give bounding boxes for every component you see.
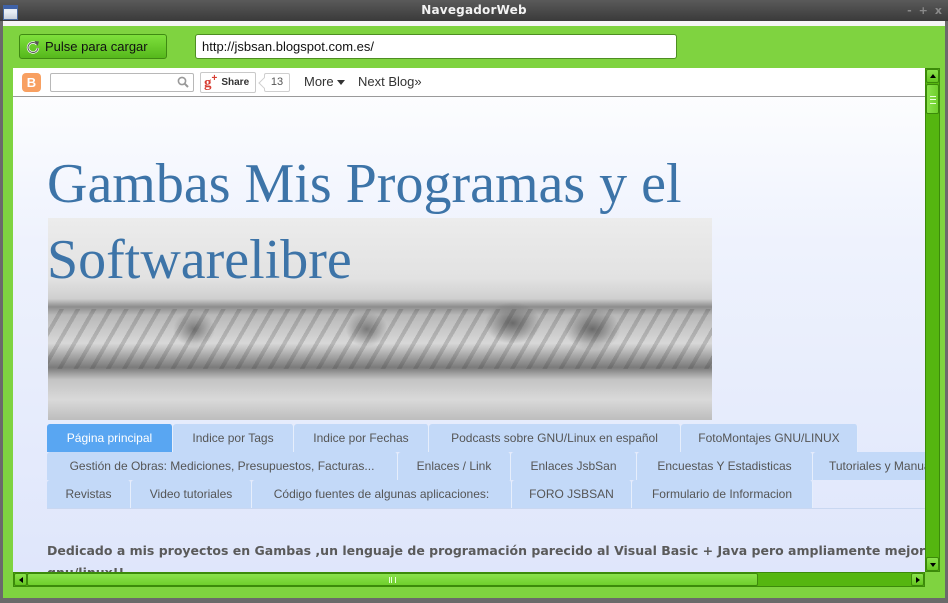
tab-podcasts[interactable]: Podcasts sobre GNU/Linux en español [429, 424, 681, 452]
tab-encuestas[interactable]: Encuestas Y Estadisticas [637, 452, 813, 480]
vertical-scrollbar[interactable] [925, 68, 940, 572]
tab-enlaces-jsbsan[interactable]: Enlaces JsbSan [511, 452, 637, 480]
tab-codigo-fuentes[interactable]: Código fuentes de algunas aplicaciones: [252, 480, 512, 508]
google-plus-icon: g+ [204, 73, 218, 91]
blogger-navbar: B g+ Share 13 More Next Blog» [13, 68, 925, 97]
gplus-share-button[interactable]: g+ Share [200, 72, 256, 93]
blog-description: Dedicado a mis proyectos en Gambas ,un l… [47, 543, 925, 572]
more-label: More [304, 74, 334, 89]
url-input[interactable] [195, 34, 677, 59]
tab-enlaces-link[interactable]: Enlaces / Link [398, 452, 511, 480]
share-count: 13 [264, 73, 290, 92]
load-button[interactable]: Pulse para cargar [19, 34, 167, 59]
scroll-left-button[interactable] [14, 573, 27, 586]
tab-formulario[interactable]: Formulario de Informacion [632, 480, 813, 508]
blog-search-input[interactable] [51, 76, 171, 93]
tab-fotomontajes[interactable]: FotoMontajes GNU/LINUX [681, 424, 858, 452]
tab-foro[interactable]: FORO JSBSAN [512, 480, 632, 508]
tab-gestion-obras[interactable]: Gestión de Obras: Mediciones, Presupuest… [47, 452, 398, 480]
browser-window: NavegadorWeb - + x Pulse para cargar B [0, 0, 948, 603]
arrow-right-icon [916, 577, 920, 583]
blog-title[interactable]: Gambas Mis Programas y el Softwarelibre [47, 146, 727, 298]
blog-search-box[interactable] [50, 73, 194, 93]
scroll-up-button[interactable] [926, 69, 939, 83]
more-menu[interactable]: More [304, 74, 345, 89]
tab-pagina-principal[interactable]: Página principal [47, 424, 173, 452]
tabs-row-1: Página principal Indice por Tags Indice … [47, 424, 858, 452]
maximize-button[interactable]: + [919, 4, 928, 17]
load-button-label: Pulse para cargar [45, 39, 148, 54]
horizontal-scroll-thumb[interactable] [27, 573, 758, 586]
arrow-down-icon [930, 563, 936, 567]
web-view[interactable]: B g+ Share 13 More Next Blog» Gambas Mis… [13, 68, 925, 572]
blogger-logo-icon[interactable]: B [22, 73, 41, 92]
vertical-scroll-thumb[interactable] [926, 84, 939, 114]
scroll-down-button[interactable] [926, 557, 939, 571]
minimize-button[interactable]: - [907, 4, 912, 17]
reload-icon [26, 40, 40, 54]
next-blog-link[interactable]: Next Blog» [358, 74, 422, 89]
title-bar[interactable]: NavegadorWeb - + x [0, 0, 948, 21]
tab-revistas[interactable]: Revistas [47, 480, 131, 508]
caret-down-icon [336, 80, 345, 86]
client-area: Pulse para cargar B g+ Share 13 [3, 26, 945, 598]
scroll-right-button[interactable] [911, 573, 924, 586]
tabs-row-2: Gestión de Obras: Mediciones, Presupuest… [47, 452, 925, 480]
horizontal-scrollbar[interactable] [13, 572, 925, 587]
tabs-row-3: Revistas Video tutoriales Código fuentes… [47, 480, 813, 508]
tab-indice-fechas[interactable]: Indice por Fechas [294, 424, 429, 452]
share-label: Share [221, 77, 250, 88]
window-title: NavegadorWeb [421, 3, 527, 17]
tab-tutoriales[interactable]: Tutoriales y Manuales [813, 452, 925, 480]
tab-indice-tags[interactable]: Indice por Tags [173, 424, 294, 452]
tab-video-tutoriales[interactable]: Video tutoriales [131, 480, 252, 508]
arrow-up-icon [930, 74, 936, 78]
arrow-left-icon [19, 577, 23, 583]
search-icon[interactable] [177, 76, 189, 88]
tabs-divider [47, 508, 925, 509]
close-button[interactable]: x [935, 4, 942, 17]
